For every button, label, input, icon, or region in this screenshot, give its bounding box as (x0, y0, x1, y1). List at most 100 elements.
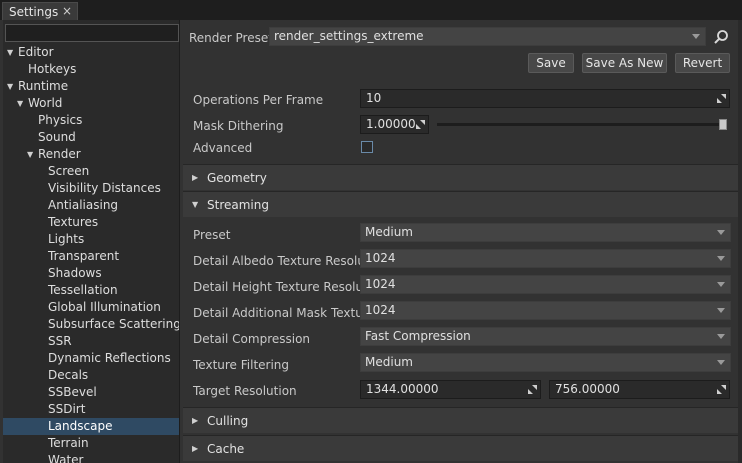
tree-item-label: Global Illumination (48, 300, 161, 314)
target-resolution-x-field[interactable]: 1344.00000 (360, 380, 541, 399)
target-resolution-y-value: 756.00000 (555, 382, 620, 396)
tree-item-label: Lights (48, 232, 85, 246)
tree-item-label: Editor (18, 45, 54, 59)
section-geometry[interactable]: ▶ Geometry (183, 164, 738, 190)
tab-bar: Settings × (0, 0, 742, 21)
tree-item[interactable]: ▼ Editor (3, 44, 179, 61)
tree-item-label: World (28, 96, 63, 110)
tree-item[interactable]: SSBevel (3, 384, 179, 401)
advanced-checkbox[interactable] (361, 141, 373, 153)
tree-item-label: Subsurface Scattering (48, 317, 180, 331)
chevron-down-icon (717, 360, 725, 365)
mask-resolution-value: 1024 (365, 303, 396, 317)
target-resolution-label: Target Resolution (193, 384, 297, 398)
section-cache[interactable]: ▶ Cache (183, 435, 738, 461)
tree-item[interactable]: Transparent (3, 248, 179, 265)
settings-window: ▼ Editor Hotkeys ▼ Runtime ▼ World Physics Sound… (0, 20, 742, 463)
tree-search-input[interactable] (5, 24, 179, 42)
tree-item-label: Render (38, 147, 81, 161)
tree-item[interactable]: SSDirt (3, 401, 179, 418)
tree-item-label: Antialiasing (48, 198, 119, 212)
expand-arrow-icon[interactable]: ▼ (17, 95, 25, 112)
height-resolution-label: Detail Height Texture Resolution (193, 280, 387, 294)
tree-item-label: Tessellation (48, 283, 118, 297)
tree-item[interactable]: Water (3, 452, 179, 463)
chevron-down-icon: ▼ (192, 200, 199, 209)
tree-item[interactable]: ▼ World (3, 95, 179, 112)
chevron-down-icon (717, 282, 725, 287)
section-geometry-title: Geometry (207, 171, 267, 185)
detail-compression-dropdown[interactable]: Fast Compression (360, 327, 731, 346)
target-resolution-x-value: 1344.00000 (366, 382, 439, 396)
expand-icon[interactable] (717, 385, 726, 394)
expand-arrow-icon[interactable]: ▼ (27, 146, 35, 163)
height-resolution-dropdown[interactable]: 1024 (360, 275, 731, 294)
tree-item[interactable]: Physics (3, 112, 179, 129)
tree-item-label: Hotkeys (28, 62, 77, 76)
tree-item-label: Physics (38, 113, 83, 127)
detail-compression-value: Fast Compression (365, 329, 471, 343)
render-preset-dropdown[interactable]: render_settings_extreme (269, 27, 706, 46)
tree-item[interactable]: Sound (3, 129, 179, 146)
tree-item[interactable]: Landscape (3, 418, 179, 435)
tree-item-label: SSDirt (48, 402, 86, 416)
texture-filtering-dropdown[interactable]: Medium (360, 353, 731, 372)
search-icon[interactable] (713, 29, 729, 45)
expand-arrow-icon[interactable]: ▼ (7, 78, 15, 95)
expand-icon[interactable] (717, 94, 726, 103)
tab-title: Settings (9, 5, 59, 19)
tree-item[interactable]: Antialiasing (3, 197, 179, 214)
tree-item[interactable]: ▼ Runtime (3, 78, 179, 95)
tree-item-label: Transparent (48, 249, 120, 263)
tree-item-label: Dynamic Reflections (48, 351, 171, 365)
tree-item[interactable]: Global Illumination (3, 299, 179, 316)
chevron-right-icon: ▶ (192, 444, 199, 453)
tree-item[interactable]: Textures (3, 214, 179, 231)
tab-settings[interactable]: Settings × (2, 2, 78, 21)
mask-dithering-field[interactable]: 1.00000 (360, 115, 429, 134)
save-button[interactable]: Save (528, 53, 574, 73)
section-culling[interactable]: ▶ Culling (183, 407, 738, 433)
tree-item-label: Shadows (48, 266, 102, 280)
tree-item-label: SSBevel (48, 385, 97, 399)
render-preset-value: render_settings_extreme (274, 29, 424, 43)
mask-dithering-label: Mask Dithering (193, 119, 284, 133)
chevron-right-icon: ▶ (192, 173, 199, 182)
save-as-new-button[interactable]: Save As New (582, 53, 667, 73)
tree-item[interactable]: Shadows (3, 265, 179, 282)
mask-resolution-dropdown[interactable]: 1024 (360, 301, 731, 320)
height-resolution-value: 1024 (365, 277, 396, 291)
slider-handle[interactable] (719, 119, 727, 130)
section-streaming[interactable]: ▼ Streaming (183, 191, 738, 217)
tree-item[interactable]: Hotkeys (3, 61, 179, 78)
tree-item[interactable]: Decals (3, 367, 179, 384)
tree-item-label: Water (48, 453, 84, 463)
tree-item-label: Landscape (48, 419, 113, 433)
tree-item[interactable]: Tessellation (3, 282, 179, 299)
scrollbar[interactable] (738, 20, 742, 463)
streaming-preset-label: Preset (193, 228, 231, 242)
streaming-preset-dropdown[interactable]: Medium (360, 223, 731, 242)
tree-item[interactable]: Screen (3, 163, 179, 180)
section-cache-title: Cache (207, 442, 245, 456)
tree-item[interactable]: Lights (3, 231, 179, 248)
albedo-resolution-dropdown[interactable]: 1024 (360, 249, 731, 268)
texture-filtering-value: Medium (365, 355, 413, 369)
expand-icon[interactable] (416, 120, 425, 129)
tree-item[interactable]: Subsurface Scattering (3, 316, 180, 333)
tree-item[interactable]: Visibility Distances (3, 180, 179, 197)
tree-item[interactable]: SSR (3, 333, 179, 350)
chevron-down-icon (717, 230, 725, 235)
close-tab-icon[interactable]: × (62, 4, 72, 18)
tree-item[interactable]: ▼ Render (3, 146, 179, 163)
tree-item[interactable]: Terrain (3, 435, 179, 452)
expand-icon[interactable] (528, 385, 537, 394)
chevron-right-icon: ▶ (192, 416, 199, 425)
mask-dithering-slider[interactable] (437, 119, 727, 130)
tree-item[interactable]: Dynamic Reflections (3, 350, 179, 367)
operations-per-frame-field[interactable]: 10 (360, 89, 730, 108)
expand-arrow-icon[interactable]: ▼ (7, 44, 15, 61)
revert-button[interactable]: Revert (675, 53, 730, 73)
target-resolution-y-field[interactable]: 756.00000 (549, 380, 730, 399)
tree-item-label: Textures (48, 215, 99, 229)
